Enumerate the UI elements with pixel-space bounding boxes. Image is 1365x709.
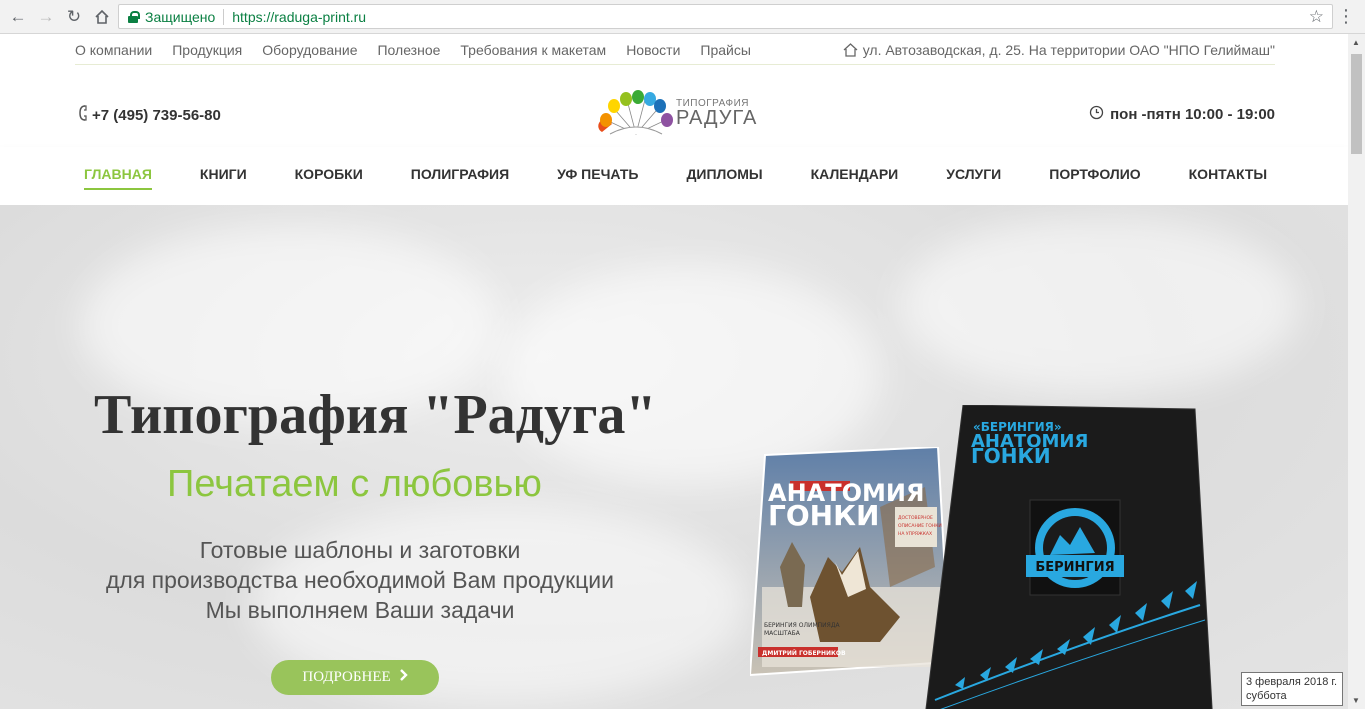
nav-item-diplomas[interactable]: ДИПЛОМЫ <box>686 166 762 190</box>
nav-item-uv-print[interactable]: УФ ПЕЧАТЬ <box>557 166 638 190</box>
rainbow-fan-logo-icon <box>598 90 673 135</box>
lock-icon <box>128 10 140 23</box>
hours-text: пон -пятн 10:00 - 19:00 <box>1110 106 1275 123</box>
nav-item-books[interactable]: КНИГИ <box>200 166 247 190</box>
main-nav: ГЛАВНАЯ КНИГИ КОРОБКИ ПОЛИГРАФИЯ УФ ПЕЧА… <box>0 147 1348 205</box>
scroll-thumb[interactable] <box>1351 54 1362 154</box>
hero-line: Готовые шаблоны и заготовки <box>199 537 521 563</box>
hero-line: Мы выполняем Ваши задачи <box>205 597 515 623</box>
scroll-up-arrow-icon[interactable]: ▲ <box>1352 38 1360 47</box>
hero-description: Готовые шаблоны и заготовки для производ… <box>60 535 660 625</box>
more-button-label: ПОДРОБНЕЕ <box>302 669 391 685</box>
small-book-author: ДМИТРИЙ ГОБЕРНИКОВ <box>762 649 846 657</box>
nav-item-contacts[interactable]: КОНТАКТЫ <box>1189 166 1267 190</box>
page: О компании Продукция Оборудование Полезн… <box>0 35 1348 709</box>
tooltip-date: 3 февраля 2018 г. <box>1246 676 1338 688</box>
toplink-news[interactable]: Новости <box>626 42 680 58</box>
phone-number[interactable]: +7 (495) 739-56-80 <box>92 107 221 124</box>
back-icon[interactable]: ← <box>4 3 32 31</box>
toplink-equipment[interactable]: Оборудование <box>262 42 357 58</box>
phone-icon <box>78 105 88 125</box>
cloud-bg <box>900 215 1300 395</box>
logo-title: РАДУГА <box>676 107 758 129</box>
toplink-useful[interactable]: Полезное <box>377 42 440 58</box>
nav-item-home[interactable]: ГЛАВНАЯ <box>84 166 152 190</box>
secure-label: Защищено <box>145 8 216 25</box>
scroll-down-arrow-icon[interactable]: ▼ <box>1352 696 1360 705</box>
browser-toolbar: ← → ↻ Защищено https://raduga-print.ru ☆… <box>0 0 1365 34</box>
phone[interactable]: +7 (495) 739-56-80 <box>78 105 221 125</box>
home-icon[interactable] <box>88 3 116 31</box>
nav-item-portfolio[interactable]: ПОРТФОЛИО <box>1049 166 1140 190</box>
more-button[interactable]: ПОДРОБНЕЕ <box>271 660 439 695</box>
big-book-title-2: ГОНКИ <box>971 444 1051 468</box>
toplink-requirements[interactable]: Требования к макетам <box>460 42 606 58</box>
hero-slogan: Печатаем с любовью <box>167 463 542 505</box>
nav-item-calendars[interactable]: КАЛЕНДАРИ <box>811 166 899 190</box>
nav-item-services[interactable]: УСЛУГИ <box>946 166 1001 190</box>
toplink-prices[interactable]: Прайсы <box>700 42 751 58</box>
address: ул. Автозаводская, д. 25. На территории … <box>843 42 1275 58</box>
header: +7 (495) 739-56-80 ТИПОГРАФИЯ РАДУГА пон… <box>75 90 1275 140</box>
toplink-about[interactable]: О компании <box>75 42 152 58</box>
address-text: ул. Автозаводская, д. 25. На территории … <box>862 41 1275 58</box>
address-bar[interactable]: Защищено https://raduga-print.ru ☆ <box>118 4 1333 29</box>
clock-icon <box>1089 105 1104 124</box>
scrollbar[interactable]: ▲ ▼ <box>1348 34 1365 709</box>
bookmark-star-icon[interactable]: ☆ <box>1309 7 1324 27</box>
date-tooltip: 3 февраля 2018 г. суббота <box>1241 672 1343 706</box>
hero: Типография "Радуга" Печатаем с любовью Г… <box>0 205 1348 709</box>
browser-menu-icon[interactable]: ⋮ <box>1337 5 1355 27</box>
logo[interactable]: ТИПОГРАФИЯ РАДУГА <box>596 90 756 140</box>
tooltip-day: суббота <box>1246 690 1287 702</box>
top-bar: О компании Продукция Оборудование Полезн… <box>75 35 1275 65</box>
svg-text:МАСШТАБА: МАСШТАБА <box>764 630 801 637</box>
toplink-products[interactable]: Продукция <box>172 42 242 58</box>
small-book-title-2: ГОНКИ <box>768 499 879 532</box>
nav-item-boxes[interactable]: КОРОБКИ <box>295 166 363 190</box>
reload-icon[interactable]: ↻ <box>60 3 88 31</box>
seal-label: БЕРИНГИЯ <box>1035 560 1114 575</box>
book-box-big: «БЕРИНГИЯ» АНАТОМИЯ ГОНКИ БЕРИНГИЯ <box>925 405 1213 709</box>
house-icon <box>843 42 858 57</box>
forward-icon[interactable]: → <box>32 3 60 31</box>
working-hours: пон -пятн 10:00 - 19:00 <box>1089 105 1275 124</box>
top-links: О компании Продукция Оборудование Полезн… <box>75 42 751 58</box>
nav-item-polygraphy[interactable]: ПОЛИГРАФИЯ <box>411 166 509 190</box>
chevron-right-icon <box>399 669 408 686</box>
omnibox-divider <box>223 8 225 25</box>
book-cover-small: АНАТОМИЯ ГОНКИ ДОСТОВЕРНОЕ ОПИСАНИЕ ГОНК… <box>750 447 950 677</box>
url-text[interactable]: https://raduga-print.ru <box>232 9 366 25</box>
hero-title: Типография "Радуга" <box>94 384 657 446</box>
small-book-caption: БЕРИНГИЯ ОЛИМПИЯДА <box>764 622 841 629</box>
hero-line: для производства необходимой Вам продукц… <box>105 567 614 593</box>
